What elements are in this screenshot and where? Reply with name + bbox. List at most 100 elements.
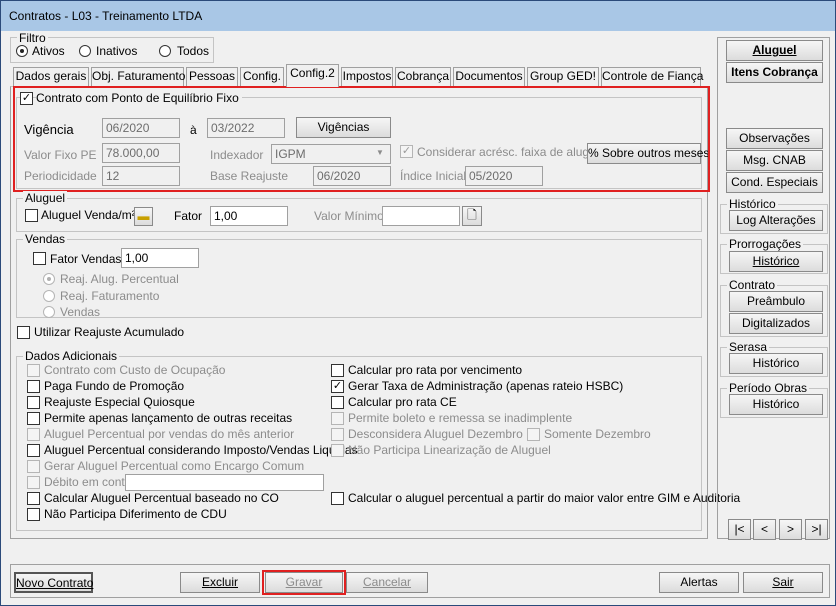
pro-rata-ce-checkbox[interactable]: [331, 396, 344, 409]
tab-cobranca[interactable]: Cobrança: [395, 67, 451, 86]
radio-ativos-label[interactable]: Ativos: [32, 44, 65, 58]
historico-group-label: Histórico: [727, 197, 778, 211]
itens-cobranca-button[interactable]: Itens Cobrança: [726, 62, 823, 83]
encargo-comum-checkbox[interactable]: [27, 460, 40, 473]
tab-controle-fianca[interactable]: Controle de Fiança: [601, 67, 703, 86]
radio-vendas[interactable]: [43, 306, 55, 318]
periodo-historico-button[interactable]: Histórico: [729, 394, 823, 415]
vendas-group-label: Vendas: [23, 232, 68, 246]
gim-auditoria-label[interactable]: Calcular o aluguel percentual a partir d…: [348, 491, 740, 505]
custo-ocupacao-checkbox[interactable]: [27, 364, 40, 377]
fator-vendas-label[interactable]: Fator Vendas: [50, 252, 121, 266]
observacoes-button[interactable]: Observações: [726, 128, 823, 149]
sair-button[interactable]: Sair: [743, 572, 823, 593]
pro-rata-ce-label[interactable]: Calcular pro rata CE: [348, 395, 457, 409]
tab-pessoas[interactable]: Pessoas: [186, 67, 238, 86]
tab-dados-gerais[interactable]: Dados gerais: [13, 67, 89, 86]
mes-anterior-checkbox[interactable]: [27, 428, 40, 441]
folder-icon[interactable]: ▬: [134, 207, 153, 226]
aluguel-button[interactable]: Aluguel: [726, 40, 823, 61]
aluguel-venda-checkbox[interactable]: [25, 209, 38, 222]
document-icon[interactable]: 🗋: [462, 206, 482, 226]
radio-todos-label[interactable]: Todos: [177, 44, 209, 58]
radio-reaj-alug-label[interactable]: Reaj. Alug. Percentual: [60, 272, 179, 286]
alertas-button[interactable]: Alertas: [659, 572, 739, 593]
outras-receitas-checkbox[interactable]: [27, 412, 40, 425]
desconsidera-dezembro-label[interactable]: Desconsidera Aluguel Dezembro: [348, 427, 523, 441]
radio-reaj-alug[interactable]: [43, 273, 55, 285]
outras-receitas-label[interactable]: Permite apenas lançamento de outras rece…: [44, 411, 292, 425]
log-alteracoes-button[interactable]: Log Alterações: [729, 210, 823, 231]
somente-dezembro-label[interactable]: Somente Dezembro: [544, 427, 651, 441]
fator-label: Fator: [174, 209, 203, 223]
somente-dezembro-checkbox[interactable]: [527, 428, 540, 441]
diferimento-cdu-label[interactable]: Não Participa Diferimento de CDU: [44, 507, 227, 521]
encargo-comum-label[interactable]: Gerar Aluguel Percentual como Encargo Co…: [44, 459, 304, 473]
title-bar: Contratos - L03 - Treinamento LTDA: [1, 1, 835, 31]
tab-config2[interactable]: Config.2: [286, 64, 339, 87]
calc-co-label[interactable]: Calcular Aluguel Percentual baseado no C…: [44, 491, 279, 505]
nav-first-button[interactable]: |<: [728, 519, 751, 540]
tab-obj-faturamento[interactable]: Obj. Faturamento: [91, 67, 185, 86]
digitalizados-button[interactable]: Digitalizados: [729, 313, 823, 334]
nav-last-button[interactable]: >|: [805, 519, 828, 540]
nav-next-button[interactable]: >: [779, 519, 802, 540]
fundo-promocao-checkbox[interactable]: [27, 380, 40, 393]
tab-impostos[interactable]: Impostos: [341, 67, 393, 86]
boleto-inadimplente-checkbox[interactable]: [331, 412, 344, 425]
nav-prev-button[interactable]: <: [753, 519, 776, 540]
preambulo-button[interactable]: Preâmbulo: [729, 291, 823, 312]
window-title: Contratos - L03 - Treinamento LTDA: [9, 9, 203, 23]
aluguel-group-label: Aluguel: [23, 191, 68, 205]
cancelar-button[interactable]: Cancelar: [346, 572, 428, 593]
boleto-inadimplente-label[interactable]: Permite boleto e remessa se inadimplente: [348, 411, 572, 425]
pro-rata-vencimento-label[interactable]: Calcular pro rata por vencimento: [348, 363, 522, 377]
reajuste-acumulado-label[interactable]: Utilizar Reajuste Acumulado: [34, 325, 184, 339]
debito-conta-label[interactable]: Débito em conta: [44, 475, 131, 489]
reajuste-quiosque-label[interactable]: Reajuste Especial Quiosque: [44, 395, 195, 409]
gim-auditoria-checkbox[interactable]: [331, 492, 344, 505]
fator-vendas-field[interactable]: 1,00: [121, 248, 199, 268]
valor-minimo-field[interactable]: [382, 206, 460, 226]
taxa-admin-label[interactable]: Gerar Taxa de Administração (apenas rate…: [348, 379, 623, 393]
calc-co-checkbox[interactable]: [27, 492, 40, 505]
imposto-vendas-label[interactable]: Aluguel Percentual considerando Imposto/…: [44, 443, 358, 457]
taxa-admin-checkbox[interactable]: ✓: [331, 380, 344, 393]
radio-ativos[interactable]: [16, 45, 28, 57]
desconsidera-dezembro-checkbox[interactable]: [331, 428, 344, 441]
radio-reaj-faturamento[interactable]: [43, 290, 55, 302]
linearizacao-checkbox[interactable]: [331, 444, 344, 457]
radio-vendas-label[interactable]: Vendas: [60, 305, 100, 319]
prorrogacoes-historico-button[interactable]: Histórico: [729, 251, 823, 272]
imposto-vendas-checkbox[interactable]: [27, 444, 40, 457]
excluir-label: Excluir: [201, 575, 238, 589]
tab-documentos[interactable]: Documentos: [453, 67, 525, 86]
cond-especiais-button[interactable]: Cond. Especiais: [726, 172, 823, 193]
fundo-promocao-label[interactable]: Paga Fundo de Promoção: [44, 379, 184, 393]
radio-todos[interactable]: [159, 45, 171, 57]
mes-anterior-label[interactable]: Aluguel Percentual por vendas do mês ant…: [44, 427, 294, 441]
radio-inativos-label[interactable]: Inativos: [96, 44, 137, 58]
pro-rata-vencimento-checkbox[interactable]: [331, 364, 344, 377]
msg-cnab-button[interactable]: Msg. CNAB: [726, 150, 823, 171]
tab-group-ged[interactable]: Group GED!: [527, 67, 599, 86]
debito-conta-checkbox[interactable]: [27, 476, 40, 489]
custo-ocupacao-label[interactable]: Contrato com Custo de Ocupação: [44, 363, 225, 377]
excluir-button[interactable]: Excluir: [180, 572, 260, 593]
radio-inativos[interactable]: [79, 45, 91, 57]
reajuste-quiosque-checkbox[interactable]: [27, 396, 40, 409]
tab-config[interactable]: Config.: [240, 67, 284, 86]
aluguel-button-label: Aluguel: [752, 43, 797, 57]
novo-contrato-label: Novo Contrato: [16, 576, 94, 590]
radio-reaj-faturamento-label[interactable]: Reaj. Faturamento: [60, 289, 159, 303]
novo-contrato-button[interactable]: Novo Contrato: [14, 572, 93, 593]
linearizacao-label[interactable]: Não Participa Linearização de Aluguel: [348, 443, 551, 457]
prorrogacoes-historico-label: Histórico: [752, 254, 800, 268]
serasa-historico-button[interactable]: Histórico: [729, 353, 823, 374]
diferimento-cdu-checkbox[interactable]: [27, 508, 40, 521]
debito-conta-field[interactable]: [125, 474, 324, 491]
fator-field[interactable]: 1,00: [210, 206, 288, 226]
reajuste-acumulado-checkbox[interactable]: [17, 326, 30, 339]
fator-vendas-checkbox[interactable]: [33, 252, 46, 265]
aluguel-venda-label[interactable]: Aluguel Venda/m²: [41, 208, 136, 222]
